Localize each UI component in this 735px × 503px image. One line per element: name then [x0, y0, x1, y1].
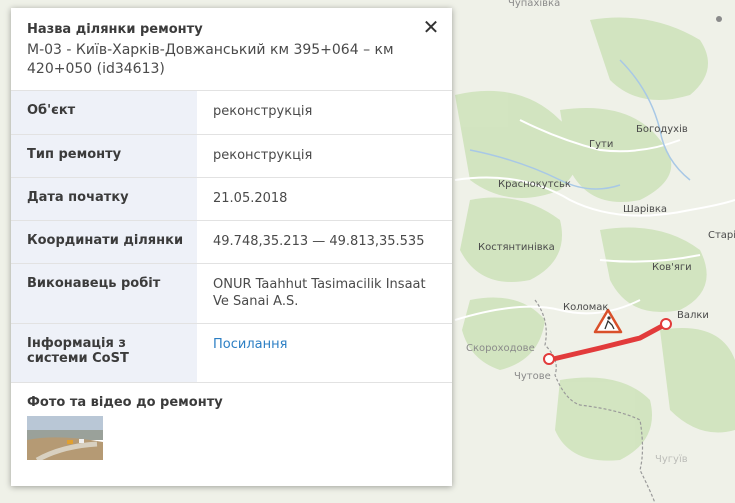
town-kolomak: Коломак: [563, 302, 608, 313]
town-skorokhodove: Скороходове: [466, 343, 535, 354]
row-key: Інформація з системи CoST: [11, 323, 197, 383]
segment-start-marker[interactable]: [543, 353, 555, 365]
town-kovyahy: Ков'яги: [652, 262, 692, 273]
row-key: Координати ділянки: [11, 220, 197, 264]
map-point-marker: [716, 16, 722, 22]
section-name-label: Назва ділянки ремонту: [27, 22, 203, 37]
photo-section-label: Фото та відео до ремонту: [27, 394, 223, 410]
row-contractor: Виконавець робіт ONUR Taahhut Tasimacili…: [11, 263, 452, 324]
close-button[interactable]: ✕: [420, 16, 442, 38]
map-watermark-label: Чугуїв: [655, 454, 688, 465]
panel-header: Назва ділянки ремонту М-03 - Київ-Харків…: [11, 8, 452, 91]
cost-link[interactable]: Посилання: [213, 337, 287, 352]
town-huty: Гути: [589, 139, 613, 150]
repair-photo-thumbnail[interactable]: [27, 415, 103, 460]
road-repair-info-panel: Назва ділянки ремонту М-03 - Київ-Харків…: [11, 8, 452, 486]
row-key: Дата початку: [11, 177, 197, 221]
row-key: Тип ремонту: [11, 134, 197, 178]
row-key: Виконавець робіт: [11, 263, 197, 324]
repair-section-title: М-03 - Київ-Харків-Довжанський км 395+06…: [27, 42, 394, 77]
town-bohodukhiv: Богодухів: [636, 123, 688, 135]
close-icon[interactable]: ✕: [423, 15, 440, 39]
row-value: реконструкція: [197, 134, 452, 178]
segment-end-marker[interactable]: [660, 318, 672, 330]
row-cost-info: Інформація з системи CoST Посилання: [11, 323, 452, 383]
town-valky: Валки: [677, 310, 709, 321]
town-krasnokutsk: Краснокутськ: [498, 179, 571, 190]
repair-details-table: Об'єкт реконструкція Тип ремонту реконст…: [11, 91, 452, 383]
town-sharivka: Шарівка: [623, 203, 667, 215]
photo-section: Фото та відео до ремонту: [11, 383, 452, 472]
row-value: 21.05.2018: [197, 177, 452, 221]
row-value: ONUR Taahhut Tasimacilik Insaat Ve Sanai…: [197, 263, 452, 324]
row-coordinates: Координати ділянки 49.748,35.213 — 49.81…: [11, 220, 452, 264]
row-value: реконструкція: [197, 91, 452, 135]
town-chutove: Чутове: [514, 371, 551, 382]
row-repair-type: Тип ремонту реконструкція: [11, 134, 452, 178]
row-start-date: Дата початку 21.05.2018: [11, 177, 452, 221]
town-chupakhivka: Чупахівка: [508, 0, 560, 9]
row-key: Об'єкт: [11, 91, 197, 135]
row-value: 49.748,35.213 — 49.813,35.535: [197, 220, 452, 264]
row-object: Об'єкт реконструкція: [11, 91, 452, 135]
town-kostiantynivka: Костянтинівка: [478, 241, 555, 253]
town-stari: Старі: [708, 229, 735, 241]
row-value: Посилання: [197, 323, 452, 383]
